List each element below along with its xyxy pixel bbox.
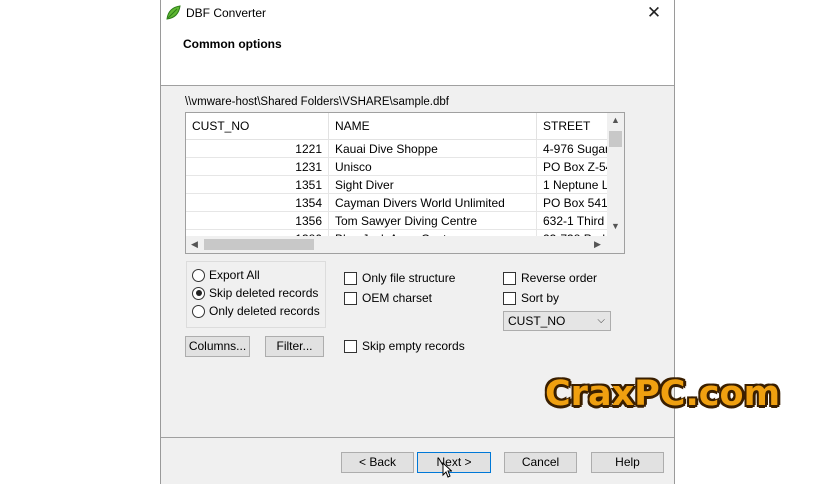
columns-button[interactable]: Columns...: [185, 336, 250, 357]
page-title: Common options: [183, 37, 282, 51]
horizontal-scrollbar[interactable]: ◀ ▶: [186, 236, 609, 253]
scroll-left-icon[interactable]: ◀: [191, 239, 198, 250]
export-mode-group: Export All Skip deleted records Only del…: [186, 261, 326, 328]
table-row[interactable]: 1356 Tom Sawyer Diving Centre 632-1 Thir…: [186, 211, 620, 230]
checkbox-label: Skip empty records: [362, 339, 465, 353]
filter-button[interactable]: Filter...: [265, 336, 324, 357]
next-button[interactable]: Next >: [417, 452, 491, 473]
help-button[interactable]: Help: [591, 452, 664, 473]
radio-button-selected-icon[interactable]: [192, 286, 205, 300]
cell-name: Tom Sawyer Diving Centre: [328, 211, 537, 230]
wizard-header: Common options: [161, 27, 674, 86]
chevron-down-icon[interactable]: ⌵: [597, 312, 605, 330]
grid-header-row: CUST_NO NAME STREET: [186, 113, 620, 140]
scroll-right-icon[interactable]: ▶: [594, 239, 601, 250]
vertical-scroll-thumb[interactable]: [609, 131, 622, 147]
watermark-logo: CraxPC.com: [545, 374, 781, 414]
scroll-up-icon[interactable]: ▲: [611, 115, 620, 125]
column-header-cust-no[interactable]: CUST_NO: [186, 113, 329, 140]
table-row[interactable]: 1221 Kauai Dive Shoppe 4-976 Sugar: [186, 139, 620, 158]
footer-divider: [161, 437, 674, 438]
table-row[interactable]: 1231 Unisco PO Box Z-54: [186, 157, 620, 176]
mouse-pointer-icon: [442, 462, 452, 478]
cell-cust-no: 1354: [186, 193, 329, 212]
close-icon[interactable]: ✕: [634, 0, 674, 27]
radio-export-all[interactable]: Export All: [192, 268, 260, 282]
file-path-label: \\vmware-host\Shared Folders\VSHARE\samp…: [185, 96, 449, 108]
radio-label: Only deleted records: [209, 304, 320, 318]
column-header-name[interactable]: NAME: [328, 113, 537, 140]
sort-field-value: CUST_NO: [508, 314, 566, 328]
back-button[interactable]: < Back: [341, 452, 414, 473]
checkbox-icon[interactable]: [503, 271, 516, 285]
cell-cust-no: 1356: [186, 211, 329, 230]
table-row[interactable]: 1351 Sight Diver 1 Neptune L: [186, 175, 620, 194]
checkbox-label: Reverse order: [521, 271, 598, 285]
cancel-button[interactable]: Cancel: [504, 452, 577, 473]
only-file-structure-checkbox[interactable]: Only file structure: [344, 271, 455, 285]
window-title: DBF Converter: [186, 6, 267, 20]
checkbox-icon[interactable]: [344, 291, 357, 305]
cell-name: Unisco: [328, 157, 537, 176]
cell-name: Sight Diver: [328, 175, 537, 194]
data-grid[interactable]: CUST_NO NAME STREET 1221 Kauai Dive Shop…: [185, 112, 625, 254]
radio-only-deleted[interactable]: Only deleted records: [192, 304, 320, 318]
checkbox-label: Sort by: [521, 291, 560, 305]
table-row[interactable]: 1354 Cayman Divers World Unlimited PO Bo…: [186, 193, 620, 212]
checkbox-icon[interactable]: [344, 271, 357, 285]
title-bar: DBF Converter ✕: [161, 0, 674, 27]
checkbox-label: Only file structure: [362, 271, 456, 285]
reverse-order-checkbox[interactable]: Reverse order: [503, 271, 597, 285]
cell-name: Kauai Dive Shoppe: [328, 139, 537, 158]
cell-name: Cayman Divers World Unlimited: [328, 193, 537, 212]
scroll-down-icon[interactable]: ▼: [611, 221, 620, 231]
checkbox-icon[interactable]: [344, 339, 357, 353]
checkbox-label: OEM charset: [362, 291, 433, 305]
cell-cust-no: 1221: [186, 139, 329, 158]
skip-empty-records-checkbox[interactable]: Skip empty records: [344, 339, 465, 353]
radio-skip-deleted[interactable]: Skip deleted records: [192, 286, 318, 300]
checkbox-icon[interactable]: [503, 291, 516, 305]
scroll-corner: [607, 236, 624, 253]
app-leaf-icon: [166, 5, 181, 20]
cell-cust-no: 1351: [186, 175, 329, 194]
vertical-scrollbar[interactable]: ▲ ▼: [607, 113, 624, 236]
cell-cust-no: 1231: [186, 157, 329, 176]
sort-field-select[interactable]: CUST_NO ⌵: [503, 311, 611, 331]
radio-label: Export All: [209, 268, 260, 282]
sort-by-checkbox[interactable]: Sort by: [503, 291, 559, 305]
radio-button-icon[interactable]: [192, 304, 205, 318]
radio-button-icon[interactable]: [192, 268, 205, 282]
horizontal-scroll-thumb[interactable]: [204, 239, 314, 250]
radio-label: Skip deleted records: [209, 286, 319, 300]
oem-charset-checkbox[interactable]: OEM charset: [344, 291, 432, 305]
